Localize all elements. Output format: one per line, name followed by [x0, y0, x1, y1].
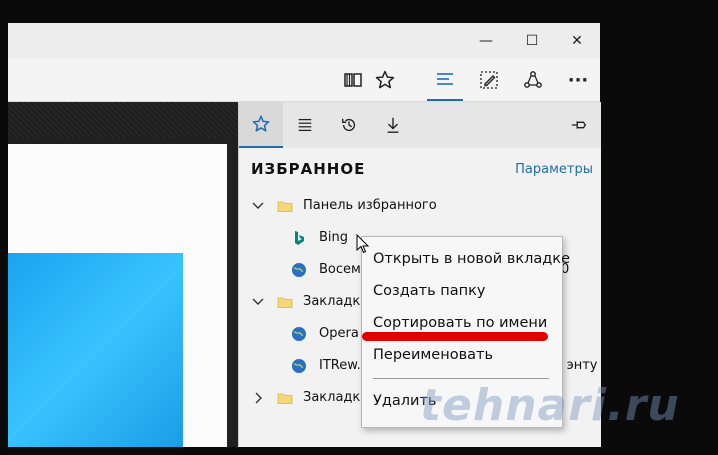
list-item-label: ITRew.r: [319, 358, 367, 373]
globe-icon: [292, 327, 306, 341]
menu-item-sort-by-name[interactable]: Сортировать по имени: [373, 315, 547, 331]
pen-note-icon: [480, 71, 498, 89]
menu-item-open-new-tab[interactable]: Открыть в новой вкладке: [373, 251, 570, 267]
share-button[interactable]: [515, 59, 551, 101]
page-content: [8, 102, 238, 447]
list-item-label: Панель избранного: [303, 198, 437, 213]
list-item-label: Bing: [319, 230, 349, 245]
menu-item-rename[interactable]: Переименовать: [373, 347, 493, 363]
more-button[interactable]: ···: [560, 59, 596, 101]
star-icon: [375, 70, 395, 89]
watermark-text: tehnari.ru: [420, 380, 680, 431]
bing-icon: [295, 231, 304, 245]
pin-panel-button[interactable]: [557, 102, 601, 148]
globe-icon: [292, 263, 306, 277]
tab-reading-list[interactable]: [283, 102, 327, 148]
list-item-favorites-bar[interactable]: Панель избранного: [239, 191, 601, 221]
hub-title: ИЗБРАННОЕ: [251, 160, 366, 178]
settings-link[interactable]: Параметры: [515, 162, 593, 177]
hub-tabs: [239, 102, 601, 148]
history-icon: [342, 118, 356, 132]
menu-item-create-folder[interactable]: Создать папку: [373, 283, 485, 299]
reading-view-button[interactable]: [335, 59, 371, 101]
tab-downloads[interactable]: [371, 102, 415, 148]
maximize-button[interactable]: ☐: [509, 23, 555, 59]
menu-separator: [373, 378, 549, 379]
list-item-label: Закладки: [303, 294, 369, 309]
tab-favorites[interactable]: [239, 102, 283, 148]
tab-history[interactable]: [327, 102, 371, 148]
reading-list-icon: [298, 118, 312, 132]
close-button[interactable]: ✕: [554, 23, 600, 59]
mouse-cursor-icon: [356, 234, 370, 254]
share-icon: [524, 71, 542, 88]
chevron-down-icon: [252, 298, 264, 305]
page-blue-image: [8, 253, 183, 447]
browser-toolbar: ···: [8, 59, 600, 102]
book-icon: [344, 73, 362, 87]
folder-icon: [277, 201, 293, 212]
page-header-strip: [8, 102, 238, 138]
title-bar: — ☐ ✕: [8, 23, 600, 59]
list-item-label: Закладки: [303, 390, 369, 405]
globe-icon: [292, 359, 306, 373]
chevron-right-icon: [255, 392, 262, 404]
pin-icon: [571, 121, 587, 129]
highlight-underline: [362, 332, 548, 341]
minimize-button[interactable]: —: [463, 23, 509, 59]
add-favorite-button[interactable]: [367, 59, 403, 101]
web-note-button[interactable]: [471, 59, 507, 101]
folder-icon: [277, 393, 293, 404]
chevron-down-icon: [252, 202, 264, 209]
folder-icon: [277, 297, 293, 308]
download-icon: [387, 117, 399, 133]
hub-lines-icon: [437, 73, 453, 85]
star-icon: [252, 115, 270, 132]
hub-button[interactable]: [427, 59, 463, 101]
